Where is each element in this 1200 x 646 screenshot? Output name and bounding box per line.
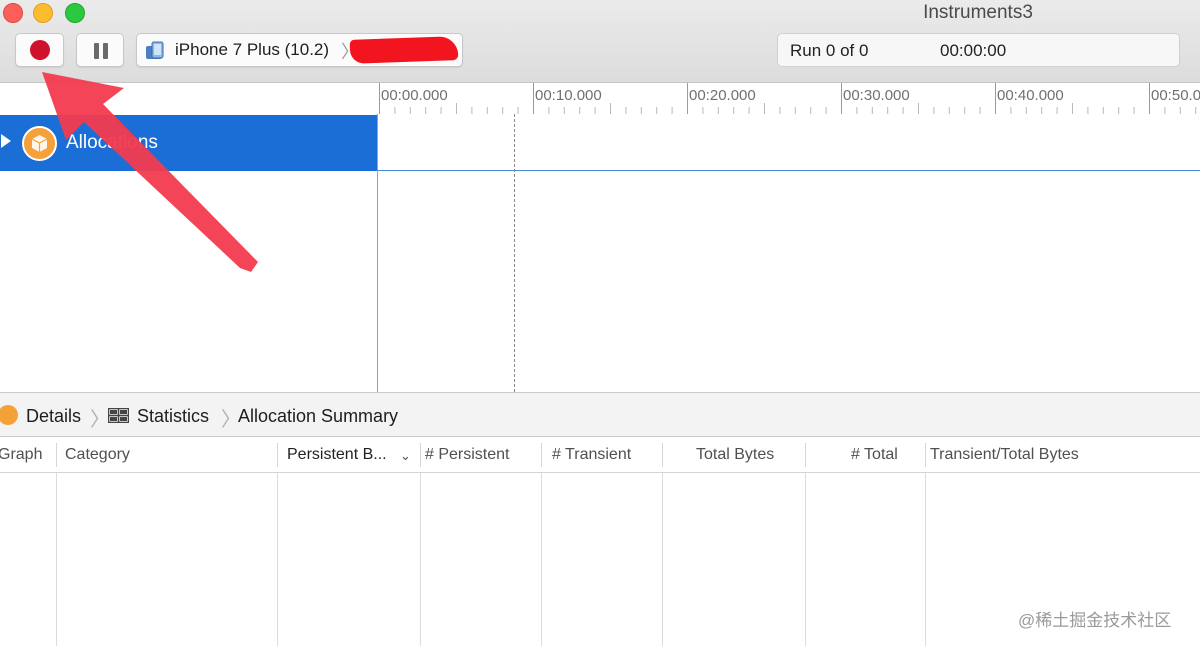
- iphone-simulator-icon: [146, 41, 164, 59]
- toolbar: Instruments3 iPhone 7 Plus (10.2) 〉 Run …: [0, 0, 1200, 83]
- tick-label: 00:10.000: [535, 87, 602, 104]
- crumb-allocation-summary[interactable]: Allocation Summary: [238, 406, 398, 427]
- elapsed-time: 00:00:00: [940, 41, 1007, 60]
- track-graph-area[interactable]: [378, 114, 1200, 392]
- crumb-statistics[interactable]: Statistics: [137, 406, 209, 427]
- zoom-window-button[interactable]: [65, 3, 85, 23]
- crumb-details[interactable]: Details: [26, 406, 81, 427]
- pause-button[interactable]: [76, 33, 124, 67]
- tick-label: 00:50.000: [1151, 87, 1200, 104]
- grid-icon: [108, 408, 129, 423]
- window-title: Instruments3: [923, 2, 1033, 23]
- column-header-total[interactable]: # Total: [851, 446, 898, 464]
- tick-label: 00:40.000: [997, 87, 1064, 104]
- tick-label: 00:30.000: [843, 87, 910, 104]
- run-status: Run 0 of 0 00:00:00: [777, 33, 1180, 67]
- watermark: @稀土掘金技术社区: [1018, 611, 1172, 630]
- target-device-label: iPhone 7 Plus (10.2): [175, 40, 330, 59]
- column-header-persistent[interactable]: # Persistent: [425, 446, 509, 464]
- table-header: Graph Category Persistent B... ⌄ # Persi…: [0, 437, 1200, 473]
- column-header-transient-total-bytes[interactable]: Transient/Total Bytes: [930, 446, 1079, 464]
- tick-label: 00:00.000: [381, 87, 448, 104]
- track-baseline: [378, 170, 1200, 171]
- ruler-gutter: [0, 83, 377, 114]
- record-icon: [30, 40, 50, 60]
- allocations-icon: [22, 126, 57, 161]
- column-header-category[interactable]: Category: [65, 446, 130, 464]
- track-row-allocations[interactable]: Allocations: [0, 115, 377, 171]
- pause-icon: [94, 43, 99, 59]
- timeline-ruler[interactable]: 00:00.000 00:10.000 00:20.000 00:30.000 …: [378, 83, 1200, 115]
- close-window-button[interactable]: [3, 3, 23, 23]
- run-counter: Run 0 of 0: [790, 41, 869, 60]
- column-header-total-bytes[interactable]: Total Bytes: [696, 446, 774, 464]
- ruler-ticks: [379, 83, 1197, 114]
- allocations-icon: [0, 405, 18, 425]
- target-device-selector[interactable]: iPhone 7 Plus (10.2) 〉: [136, 33, 463, 67]
- column-header-transient[interactable]: # Transient: [552, 446, 631, 464]
- redaction-mark: [349, 36, 459, 64]
- column-header-graph[interactable]: Graph: [0, 446, 42, 464]
- column-header-persistent-bytes[interactable]: Persistent B...: [287, 446, 387, 464]
- disclosure-triangle-icon[interactable]: [1, 134, 11, 148]
- minimize-window-button[interactable]: [33, 3, 53, 23]
- track-label: Allocations: [66, 132, 158, 153]
- chevron-right-icon: 〉: [90, 409, 110, 431]
- instrument-list: Allocations: [0, 114, 378, 392]
- detail-jump-bar: Details 〉 Statistics 〉 Allocation Summar…: [0, 392, 1200, 437]
- sort-chevron-icon[interactable]: ⌄: [400, 448, 411, 464]
- record-button[interactable]: [15, 33, 64, 67]
- tick-label: 00:20.000: [689, 87, 756, 104]
- playhead[interactable]: [514, 114, 515, 392]
